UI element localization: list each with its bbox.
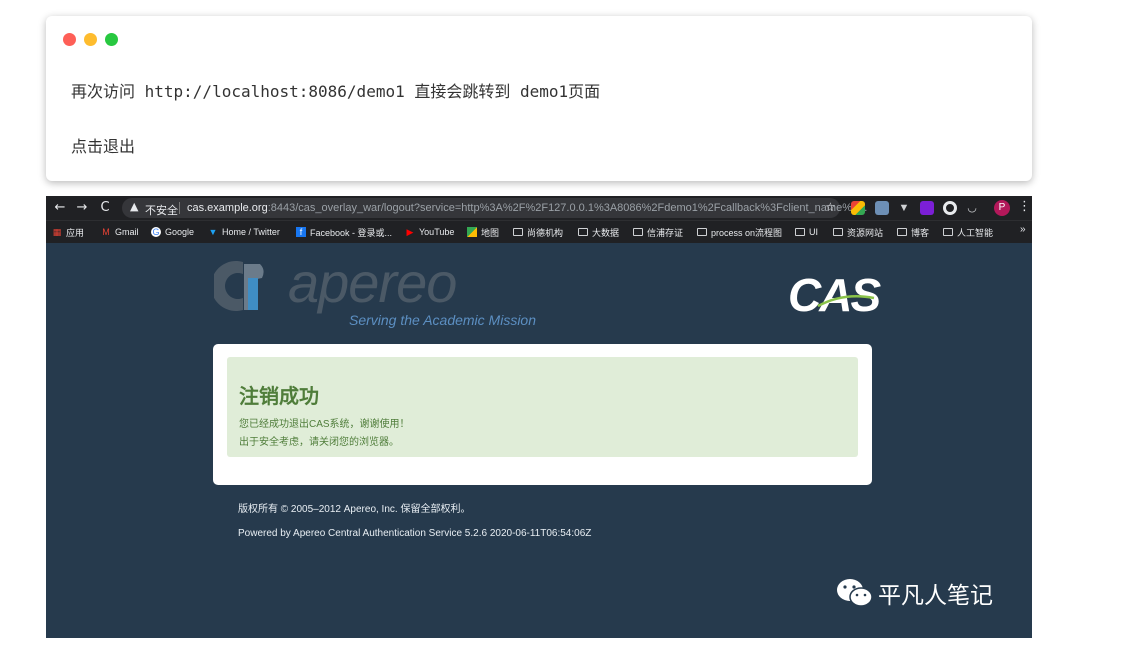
- security-note: 出于安全考虑，请关闭您的浏览器。: [239, 437, 399, 448]
- code-line-1: 再次访问 http://localhost:8086/demo1 直接会跳转到 …: [71, 82, 601, 101]
- bookmark-folder-3[interactable]: 信浦存证: [633, 225, 683, 239]
- folder-icon: [795, 228, 805, 236]
- bookmark-label: Gmail: [115, 227, 139, 237]
- bookmark-folder-2[interactable]: 大数据: [578, 225, 619, 239]
- gmail-icon: M: [102, 227, 110, 237]
- reload-button[interactable]: C: [96, 199, 114, 217]
- extension-1-icon[interactable]: [851, 201, 865, 215]
- menu-icon[interactable]: ⋮: [1018, 199, 1031, 214]
- bookmark-folder-7[interactable]: 博客: [897, 225, 929, 239]
- folder-icon: [897, 228, 907, 236]
- folder-icon: [943, 228, 953, 236]
- bookmark-maps[interactable]: 地图: [467, 225, 499, 239]
- bookmark-label: Facebook - 登录或...: [310, 227, 393, 238]
- extension-4-icon[interactable]: [920, 201, 934, 215]
- twitter-icon: ▼: [208, 227, 218, 237]
- logout-success-title: 注销成功: [239, 386, 319, 408]
- bookmark-google[interactable]: G Google: [151, 225, 194, 239]
- cas-swoosh-icon: [817, 295, 875, 308]
- bookmark-folder-1[interactable]: 尚德机构: [513, 225, 563, 239]
- bookmark-label: 资源网站: [847, 227, 884, 238]
- bookmark-label: 博客: [911, 227, 930, 238]
- code-line-2: 点击退出: [71, 137, 136, 156]
- vue-devtools-icon[interactable]: ▼: [897, 201, 911, 215]
- apps-icon: ▦: [52, 227, 62, 237]
- security-label[interactable]: 不安全: [145, 202, 178, 218]
- bookmark-facebook[interactable]: f Facebook - 登录或...: [296, 225, 392, 239]
- bookmark-folder-8[interactable]: 人工智能: [943, 225, 993, 239]
- extension-5-icon[interactable]: [943, 201, 957, 215]
- chevron-more-icon[interactable]: »: [1020, 224, 1026, 235]
- browser-window: ← → C ▲ 不安全 cas.example.org:8443/cas_ove…: [46, 196, 1032, 638]
- url-text[interactable]: cas.example.org:8443/cas_overlay_war/log…: [187, 202, 867, 214]
- apereo-tagline: Serving the Academic Mission: [349, 312, 537, 328]
- maximize-dot-icon: [105, 33, 118, 46]
- forward-button[interactable]: →: [73, 199, 91, 217]
- close-dot-icon: [63, 33, 76, 46]
- folder-icon: [578, 228, 588, 236]
- shield-icon[interactable]: ◡: [965, 201, 979, 215]
- address-bar[interactable]: ▲ 不安全 cas.example.org:8443/cas_overlay_w…: [122, 198, 867, 218]
- copyright-text: 版权所有 © 2005–2012 Apereo, Inc. 保留全部权利。: [238, 504, 471, 515]
- bookmark-gmail[interactable]: M Gmail: [101, 225, 139, 239]
- bookmark-label: Google: [165, 227, 195, 237]
- bookmark-label: 人工智能: [957, 227, 994, 238]
- back-button[interactable]: ←: [51, 199, 69, 217]
- window-dots: [63, 33, 118, 46]
- bookmark-label: 尚德机构: [527, 227, 564, 238]
- url-host: cas.example.org: [187, 202, 268, 214]
- divider: [179, 202, 180, 214]
- bookmark-label: process on流程图: [711, 227, 783, 238]
- wechat-icon: [837, 579, 873, 607]
- apereo-logo-icon: [214, 261, 264, 311]
- facebook-icon: f: [296, 227, 306, 237]
- powered-by-text: Powered by Apereo Central Authentication…: [238, 528, 592, 539]
- browser-toolbar: ← → C ▲ 不安全 cas.example.org:8443/cas_ove…: [46, 196, 1032, 220]
- apereo-wordmark: apereo: [288, 251, 457, 314]
- bookmark-folder-4[interactable]: process on流程图: [697, 225, 782, 239]
- google-icon: G: [151, 227, 161, 237]
- bookmark-label: 大数据: [592, 227, 620, 238]
- warning-icon: ▲: [130, 200, 139, 213]
- bookmark-folder-5[interactable]: UI: [795, 225, 818, 239]
- bookmark-label: Home / Twitter: [222, 227, 280, 237]
- logout-success-box: 注销成功 您已经成功退出CAS系统，谢谢使用！ 出于安全考虑，请关闭您的浏览器。: [227, 357, 858, 457]
- youtube-icon: ▶: [406, 227, 414, 237]
- url-path: :8443/cas_overlay_war/logout?service=htt…: [267, 202, 868, 214]
- folder-icon: [633, 228, 643, 236]
- code-block: 再次访问 http://localhost:8086/demo1 直接会跳转到 …: [46, 16, 1032, 181]
- profile-avatar[interactable]: P: [994, 200, 1010, 216]
- bookmark-label: UI: [809, 227, 818, 237]
- bookmark-label: 地图: [481, 227, 500, 238]
- bookmark-label: 应用: [66, 227, 85, 238]
- bookmark-label: 信浦存证: [647, 227, 684, 238]
- bookmark-apps[interactable]: ▦ 应用: [52, 225, 84, 239]
- maps-icon: [467, 227, 477, 237]
- bookmark-folder-6[interactable]: 资源网站: [833, 225, 883, 239]
- folder-icon: [697, 228, 707, 236]
- bookmark-label: YouTube: [419, 227, 455, 237]
- watermark: 平凡人笔记: [836, 576, 993, 610]
- folder-icon: [833, 228, 843, 236]
- extension-2-icon[interactable]: [875, 201, 889, 215]
- bookmark-twitter[interactable]: ▼ Home / Twitter: [208, 225, 280, 239]
- minimize-dot-icon: [84, 33, 97, 46]
- folder-icon: [513, 228, 523, 236]
- logout-message: 您已经成功退出CAS系统，谢谢使用！: [239, 419, 410, 430]
- watermark-text: 平凡人笔记: [878, 583, 993, 609]
- bookmark-star-icon[interactable]: ☆: [825, 200, 836, 214]
- bookmark-youtube[interactable]: ▶ YouTube: [405, 225, 455, 239]
- logout-panel: 注销成功 您已经成功退出CAS系统，谢谢使用！ 出于安全考虑，请关闭您的浏览器。: [213, 344, 872, 485]
- bookmarks-bar: ▦ 应用 M Gmail G Google ▼ Home / Twitter f Face…: [46, 220, 1032, 243]
